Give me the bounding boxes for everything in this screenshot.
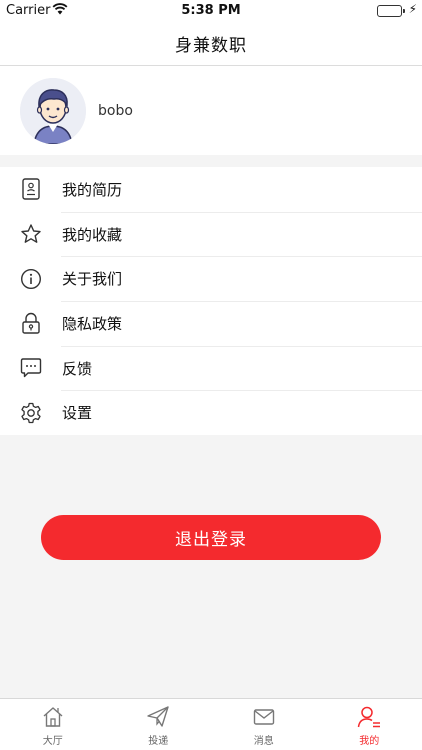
info-icon — [20, 268, 42, 290]
menu-item-favorites[interactable]: 我的收藏 — [0, 211, 422, 257]
nav-bar: 身兼数职 — [0, 22, 422, 66]
tab-mine[interactable]: 我的 — [317, 699, 422, 750]
menu-item-label: 我的收藏 — [62, 225, 123, 244]
tab-submit[interactable]: 投递 — [106, 699, 212, 750]
paper-plane-icon — [145, 704, 171, 730]
menu-item-label: 设置 — [62, 404, 93, 423]
home-icon — [40, 704, 66, 730]
tab-hall[interactable]: 大厅 — [0, 699, 106, 750]
tab-label: 投递 — [148, 736, 169, 747]
profile-card[interactable]: bobo — [0, 66, 422, 155]
tab-label: 大厅 — [42, 736, 63, 747]
menu-item-privacy[interactable]: 隐私政策 — [0, 301, 422, 346]
settings-menu: 我的简历 我的收藏 关于我们 隐私政策 反馈 设置 — [0, 167, 422, 436]
charging-bolt-icon: ⚡ — [408, 2, 417, 16]
menu-item-label: 隐私政策 — [62, 314, 123, 333]
battery-icon — [377, 5, 402, 17]
tab-messages[interactable]: 消息 — [211, 699, 317, 750]
username: bobo — [98, 102, 133, 119]
logout-button[interactable]: 退出登录 — [41, 515, 381, 560]
menu-item-label: 反馈 — [62, 359, 93, 378]
menu-item-resume[interactable]: 我的简历 — [0, 167, 422, 212]
profile-icon — [356, 704, 382, 730]
tab-bar: 大厅 投递 消息 我的 — [0, 698, 422, 750]
feedback-icon — [20, 357, 42, 379]
mail-icon — [251, 704, 277, 730]
menu-item-label: 我的简历 — [62, 180, 123, 199]
tab-label: 我的 — [359, 736, 380, 747]
page-title: 身兼数职 — [175, 36, 247, 56]
clock: 5:38 PM — [181, 3, 241, 18]
avatar[interactable] — [20, 77, 86, 144]
tab-label: 消息 — [253, 736, 274, 747]
resume-icon — [20, 178, 42, 201]
menu-item-feedback[interactable]: 反馈 — [0, 345, 422, 391]
status-bar: Carrier 5:38 PM ⚡ — [0, 0, 422, 22]
star-icon — [20, 223, 42, 245]
avatar-illustration-icon — [20, 77, 86, 144]
gear-icon — [20, 402, 42, 424]
menu-item-label: 关于我们 — [62, 270, 123, 289]
lock-icon — [20, 312, 42, 335]
battery-tip — [403, 9, 405, 13]
menu-item-settings[interactable]: 设置 — [0, 390, 422, 435]
menu-item-about[interactable]: 关于我们 — [0, 256, 422, 301]
